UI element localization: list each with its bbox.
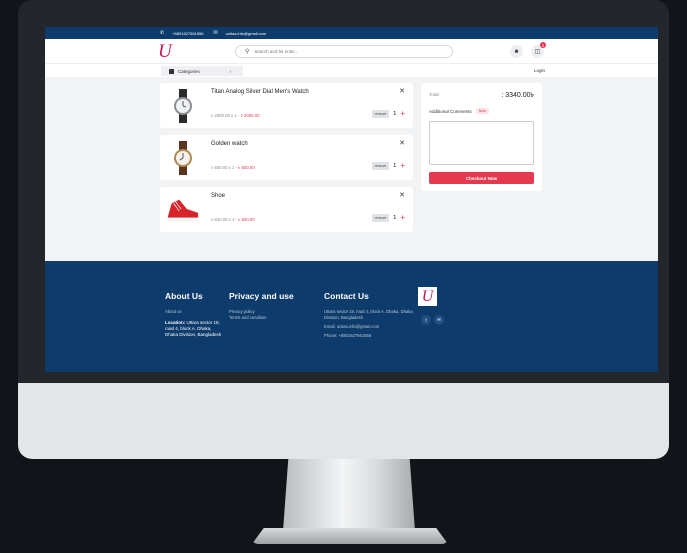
nav-row: Categories › Login <box>45 63 658 77</box>
categories-label: Categories <box>178 68 200 74</box>
line-total: ৳ 840.00 <box>238 217 255 222</box>
comments-textarea[interactable] <box>429 121 534 165</box>
contact-address: Uttara sector 18, road 4, block A. Dhaka… <box>324 309 413 320</box>
about-link[interactable]: About us <box>165 309 225 315</box>
quantity-value: 1 <box>393 215 397 221</box>
contact-phone: Phone: +8801627561556 <box>324 333 372 338</box>
cart-item: Titan Analog Silver Dial Men's Watch ✕ ৳… <box>160 83 413 128</box>
top-bar: ✆ +8801627561556 ✉ unitas.info@gmail.com <box>45 27 658 39</box>
user-button[interactable]: ☻ <box>510 45 523 58</box>
close-icon[interactable]: ✕ <box>399 139 405 147</box>
login-link[interactable]: Login <box>534 68 545 73</box>
cart-count-badge: 0 <box>540 42 546 48</box>
monitor-chin <box>18 383 669 459</box>
comments-heading: Additional Comments Note <box>429 108 490 114</box>
quantity-stepper: remove 1 + <box>371 214 405 222</box>
product-image-watch-silver <box>166 87 200 124</box>
quantity-stepper: remove 1 + <box>371 162 405 170</box>
site-header: U ⚲ Search and hit enter... ☻ ◫ 0 <box>45 39 658 63</box>
footer-privacy: Privacy and use Privacy policy Terms and… <box>229 291 319 321</box>
cart-item: Golden watch ✕ ৳ 500.00 x 1 - ৳ 500.00 r… <box>160 135 413 180</box>
plus-icon[interactable]: + <box>400 110 405 118</box>
search-placeholder: Search and hit enter... <box>254 49 299 54</box>
search-input[interactable]: ⚲ Search and hit enter... <box>235 45 453 58</box>
screen: ✆ +8801627561556 ✉ unitas.info@gmail.com… <box>45 27 658 372</box>
site-footer: About Us About us Location: Uttara secto… <box>45 261 658 372</box>
comments-label: Additional Comments <box>429 108 472 114</box>
plus-icon[interactable]: + <box>400 214 405 222</box>
remove-button[interactable]: remove <box>371 110 390 118</box>
phone-icon: ✆ <box>160 30 165 36</box>
footer-logo: U <box>418 287 437 306</box>
checkout-button[interactable]: Checkout Now <box>429 172 534 184</box>
chevron-right-icon: › <box>229 68 232 74</box>
cart-content: Titan Analog Silver Dial Men's Watch ✕ ৳… <box>45 77 658 261</box>
location-label: Location: <box>165 320 186 325</box>
search-icon: ⚲ <box>245 49 250 55</box>
product-name[interactable]: Shoe <box>211 193 225 199</box>
terms-link[interactable]: Terms and condition <box>229 315 319 321</box>
line-total: ৳ 2000.00 <box>240 113 260 118</box>
order-summary: Total: : 3340.00৳ Additional Comments No… <box>421 83 542 191</box>
product-image-shoe-red <box>166 191 200 228</box>
cart-icon: ◫ <box>534 49 541 55</box>
product-image-watch-golden <box>166 139 200 176</box>
remove-button[interactable]: remove <box>371 162 390 170</box>
monitor-stand-base <box>252 528 448 544</box>
footer-privacy-title: Privacy and use <box>229 291 294 301</box>
grid-icon <box>169 68 174 74</box>
product-price: ৳ 840.00 x 1 - ৳ 840.00 <box>211 217 255 222</box>
close-icon[interactable]: ✕ <box>399 191 405 199</box>
quantity-value: 1 <box>393 111 397 117</box>
footer-contact: Contact Us Uttara sector 18, road 4, blo… <box>324 291 414 339</box>
line-total: ৳ 500.00 <box>238 165 255 170</box>
cart-item: Shoe ✕ ৳ 840.00 x 1 - ৳ 840.00 remove 1 … <box>160 187 413 232</box>
footer-location: Location: Uttara sector 18, road 4, bloc… <box>165 320 225 338</box>
user-icon: ☻ <box>513 48 520 55</box>
contact-email: Email: unitas.info@gmail.com <box>324 324 380 329</box>
close-icon[interactable]: ✕ <box>399 87 405 95</box>
total-value: : 3340.00৳ <box>501 92 534 99</box>
product-price: ৳ 2000.00 x 1 - ৳ 2000.00 <box>211 113 260 118</box>
footer-contact-title: Contact Us <box>324 291 369 301</box>
monitor-stand <box>283 459 415 531</box>
topbar-phone: +8801627561556 <box>172 30 204 36</box>
unit-price: ৳ 500.00 x 1 <box>211 165 235 170</box>
footer-about: About Us About us Location: Uttara secto… <box>165 291 225 338</box>
cart-button[interactable]: ◫ 0 <box>531 42 546 58</box>
footer-about-title: About Us <box>165 291 203 301</box>
note-badge: Note <box>475 108 490 114</box>
remove-button[interactable]: remove <box>371 214 390 222</box>
mail-icon: ✉ <box>213 30 218 36</box>
categories-dropdown[interactable]: Categories › <box>161 66 243 76</box>
unit-price: ৳ 840.00 x 1 <box>211 217 235 222</box>
topbar-email: unitas.info@gmail.com <box>225 30 267 36</box>
product-price: ৳ 500.00 x 1 - ৳ 500.00 <box>211 165 255 170</box>
total-label: Total: <box>429 92 440 97</box>
plus-icon[interactable]: + <box>400 162 405 170</box>
product-name[interactable]: Titan Analog Silver Dial Men's Watch <box>211 89 309 95</box>
facebook-icon[interactable]: f <box>421 315 431 325</box>
email-icon[interactable]: ✉ <box>434 315 444 325</box>
quantity-stepper: remove 1 + <box>371 110 405 118</box>
unit-price: ৳ 2000.00 x 1 <box>211 113 237 118</box>
product-name[interactable]: Golden watch <box>211 141 248 147</box>
site-logo[interactable]: U <box>158 41 172 63</box>
quantity-value: 1 <box>393 163 397 169</box>
